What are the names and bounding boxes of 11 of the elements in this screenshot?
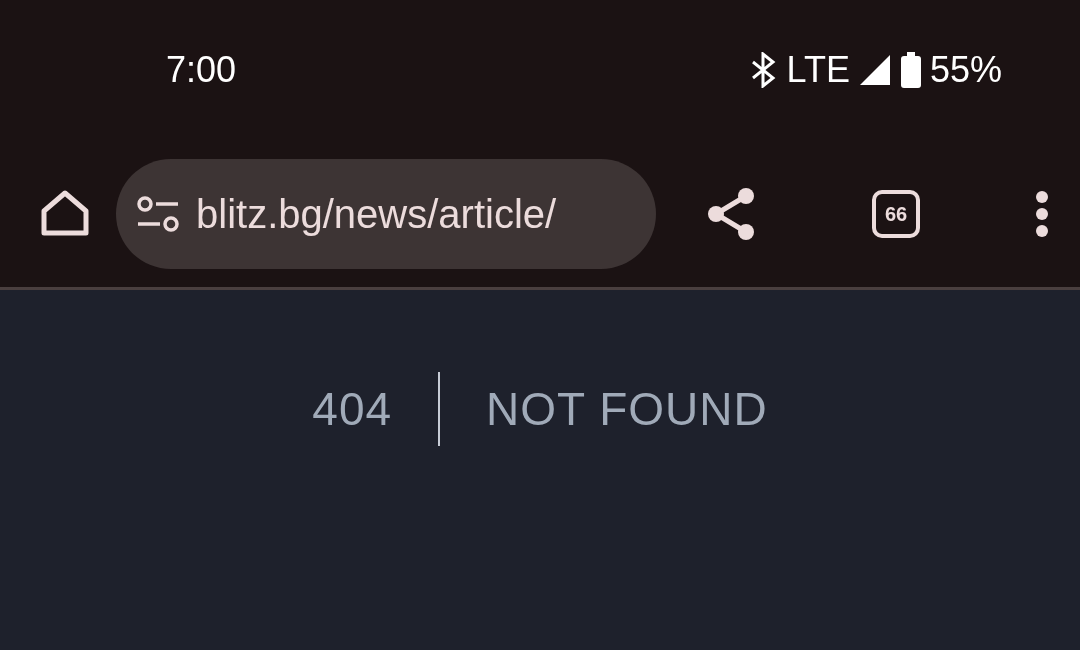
clock-time: 7:00: [166, 48, 237, 92]
menu-icon[interactable]: [1034, 190, 1050, 237]
network-type: LTE: [786, 48, 850, 92]
tune-icon[interactable]: [136, 195, 180, 232]
battery-icon: [899, 52, 922, 88]
url-text: blitz.bg/news/article/: [196, 190, 557, 238]
error-message: NOT FOUND: [486, 381, 768, 437]
error-code: 404: [312, 381, 393, 437]
tab-count-button[interactable]: 66: [872, 189, 920, 238]
battery-percentage: 55%: [929, 48, 1002, 92]
address-bar[interactable]: blitz.bg/news/article/: [116, 158, 656, 269]
